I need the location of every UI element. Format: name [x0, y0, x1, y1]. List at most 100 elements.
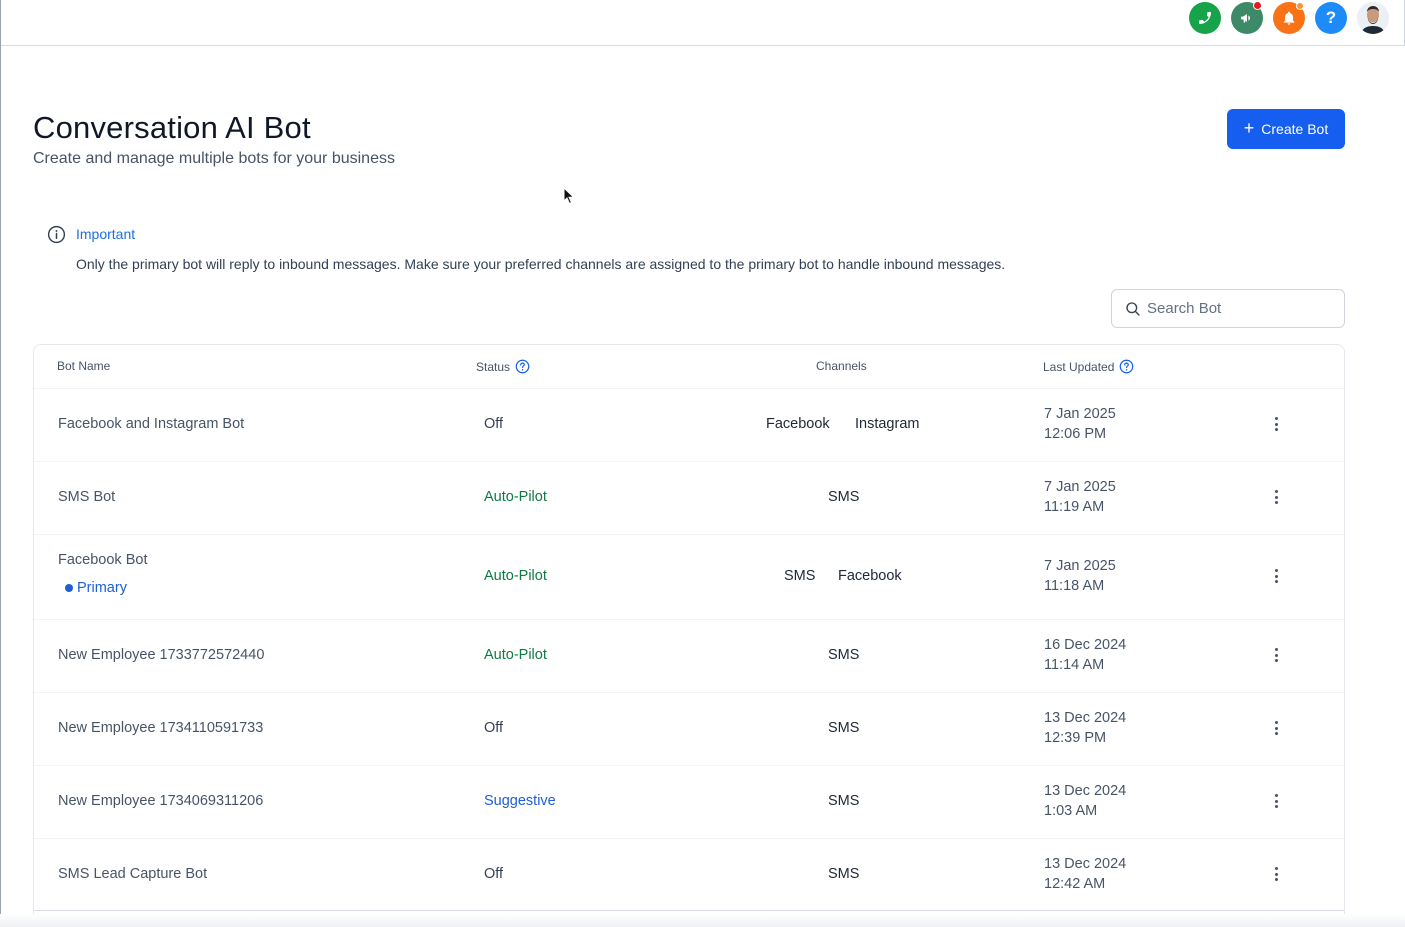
last-updated: 13 Dec 2024 12:42 AM — [1044, 854, 1126, 894]
row-divider — [34, 619, 1344, 620]
row-menu-button[interactable] — [1270, 567, 1282, 585]
notice-title: Important — [76, 226, 136, 242]
last-updated-time: 11:14 AM — [1044, 657, 1105, 673]
channel-tag: SMS — [828, 647, 860, 663]
search-bot-field[interactable] — [1111, 289, 1345, 328]
bot-status: Off — [484, 720, 504, 736]
row-menu-button[interactable] — [1270, 646, 1282, 664]
last-updated: 7 Jan 2025 11:19 AM — [1044, 477, 1116, 517]
last-updated-date: 13 Dec 2024 — [1044, 856, 1127, 872]
column-label: Status — [476, 359, 511, 374]
notification-dot — [1253, 1, 1262, 10]
last-updated-date: 16 Dec 2024 — [1044, 637, 1127, 653]
last-updated-time: 12:42 AM — [1044, 876, 1106, 892]
column-header-last-updated[interactable]: Last Updated — [1043, 359, 1134, 374]
bot-name[interactable]: New Employee 1733772572440 — [58, 647, 264, 663]
row-menu-button[interactable] — [1270, 719, 1282, 737]
announcements-button[interactable] — [1231, 1, 1263, 34]
last-updated-time: 11:19 AM — [1044, 499, 1105, 515]
channel-tag: Facebook — [838, 568, 902, 584]
bot-name[interactable]: New Employee 1734110591733 — [58, 720, 263, 736]
bot-name[interactable]: New Employee 1734069311206 — [58, 793, 263, 809]
window-left-edge — [0, 0, 1, 927]
row-divider — [34, 838, 1344, 839]
bot-status: Off — [484, 416, 504, 432]
bot-name[interactable]: Facebook and Instagram Bot — [58, 416, 244, 432]
bot-name[interactable]: SMS Bot — [58, 489, 115, 505]
last-updated-date: 7 Jan 2025 — [1044, 479, 1116, 495]
channel-tag: SMS — [828, 793, 860, 809]
channel-tag: SMS — [784, 568, 816, 584]
last-updated: 7 Jan 2025 11:18 AM — [1044, 556, 1116, 596]
notifications-button[interactable] — [1273, 2, 1305, 34]
last-updated-date: 7 Jan 2025 — [1044, 406, 1116, 422]
avatar-image — [1357, 2, 1389, 34]
create-bot-label: Create Bot — [1261, 121, 1329, 137]
primary-badge: Primary — [65, 580, 127, 596]
last-updated: 13 Dec 2024 1:03 AM — [1044, 781, 1126, 821]
bot-status: Suggestive — [484, 793, 556, 809]
scroll-fade — [0, 914, 1405, 927]
last-updated-time: 11:18 AM — [1044, 578, 1105, 594]
last-updated-time: 12:39 PM — [1044, 730, 1107, 746]
megaphone-icon — [1241, 14, 1250, 23]
column-header-status[interactable]: Status — [476, 359, 530, 374]
bot-name[interactable]: SMS Lead Capture Bot — [58, 866, 207, 882]
page-title: Conversation AI Bot — [33, 110, 311, 145]
column-label: Channels — [816, 359, 867, 373]
last-updated: 7 Jan 2025 12:06 PM — [1044, 404, 1116, 444]
search-input[interactable] — [1147, 300, 1327, 317]
page-subtitle: Create and manage multiple bots for your… — [33, 150, 395, 167]
last-updated-time: 12:06 PM — [1044, 426, 1107, 442]
channel-tag: Facebook — [766, 416, 830, 432]
primary-dot-icon — [65, 584, 73, 592]
last-updated-date: 13 Dec 2024 — [1044, 710, 1127, 726]
channel-tag: Instagram — [855, 416, 920, 432]
info-icon — [47, 225, 66, 244]
column-header-bot-name[interactable]: Bot Name — [57, 359, 110, 373]
bot-name[interactable]: Facebook Bot — [58, 552, 147, 568]
notification-dot — [1296, 2, 1304, 10]
row-menu-button[interactable] — [1270, 488, 1282, 506]
last-updated-time: 1:03 AM — [1044, 803, 1098, 819]
row-divider — [34, 765, 1344, 766]
row-menu-button[interactable] — [1270, 792, 1282, 810]
row-menu-button[interactable] — [1270, 415, 1282, 433]
top-bar: ? — [1, 0, 1405, 46]
row-divider — [34, 534, 1344, 535]
row-menu-button[interactable] — [1270, 865, 1282, 883]
table-bottom-divider — [34, 910, 1344, 911]
bot-status: Auto-Pilot — [484, 568, 547, 584]
last-updated: 16 Dec 2024 11:14 AM — [1044, 635, 1126, 675]
column-label: Bot Name — [57, 359, 111, 373]
create-bot-button[interactable]: + Create Bot — [1227, 109, 1345, 149]
bot-status: Auto-Pilot — [484, 489, 547, 505]
channel-tag: SMS — [828, 720, 860, 736]
row-divider — [34, 388, 1344, 389]
avatar[interactable] — [1357, 2, 1389, 34]
search-icon — [1126, 301, 1140, 316]
bot-status: Auto-Pilot — [484, 647, 547, 663]
phone-icon — [1199, 12, 1211, 24]
row-divider — [34, 461, 1344, 462]
phone-button[interactable] — [1189, 2, 1221, 34]
notice-text: Only the primary bot will reply to inbou… — [76, 256, 1006, 272]
help-circle-icon[interactable] — [1119, 359, 1134, 374]
bell-icon — [1283, 11, 1295, 25]
help-icon: ? — [1325, 8, 1337, 27]
channel-tag: SMS — [828, 489, 860, 505]
mouse-cursor-icon — [563, 187, 575, 205]
column-label: Last Updated — [1043, 359, 1115, 374]
help-button[interactable]: ? — [1315, 2, 1347, 34]
top-icon-group: ? — [1189, 1, 1389, 34]
row-divider — [34, 692, 1344, 693]
bot-status: Off — [484, 866, 504, 882]
column-header-channels[interactable]: Channels — [816, 359, 867, 373]
help-circle-icon[interactable] — [515, 359, 530, 374]
channel-tag: SMS — [828, 866, 860, 882]
last-updated-date: 7 Jan 2025 — [1044, 558, 1116, 574]
last-updated-date: 13 Dec 2024 — [1044, 783, 1127, 799]
primary-label: Primary — [77, 580, 127, 596]
last-updated: 13 Dec 2024 12:39 PM — [1044, 708, 1126, 748]
plus-icon: + — [1243, 118, 1255, 138]
